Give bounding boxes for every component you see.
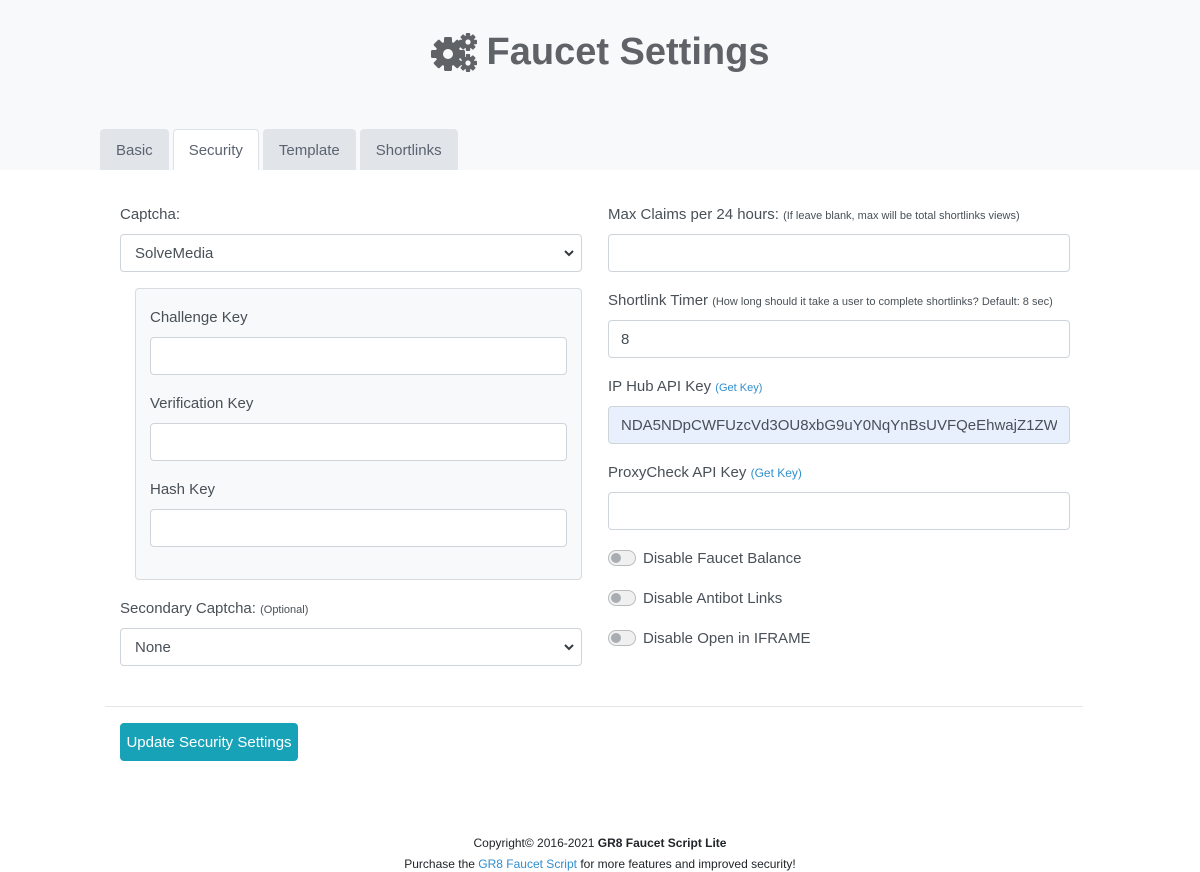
shortlink-timer-input[interactable]	[608, 320, 1070, 358]
settings-tabs: Basic Security Template Shortlinks	[100, 129, 462, 170]
footer-purchase-link[interactable]: GR8 Faucet Script	[478, 857, 577, 871]
captcha-select[interactable]: SolveMedia	[120, 234, 582, 272]
tab-template[interactable]: Template	[262, 129, 356, 170]
footer-product-name: GR8 Faucet Script Lite	[597, 836, 727, 850]
iphub-key-input[interactable]	[608, 406, 1070, 444]
footer-copyright: Copyright© 2016-2021 GR8 Faucet Script L…	[0, 836, 1200, 850]
proxycheck-key-label-text: ProxyCheck API Key	[608, 464, 747, 481]
toggle-disable-faucet-balance: Disable Faucet Balance	[608, 548, 801, 568]
hash-key-input[interactable]	[150, 509, 567, 547]
footer-purchase-suffix: for more features and improved security!	[580, 857, 796, 871]
secondary-captcha-select-value: None	[135, 638, 171, 656]
hash-key-label: Hash Key	[150, 481, 216, 498]
iphub-get-key-link[interactable]: (Get Key)	[715, 382, 762, 394]
proxycheck-key-input[interactable]	[608, 492, 1070, 530]
switch-knob	[611, 553, 621, 563]
cogs-icon	[430, 33, 477, 72]
max-claims-hint: (If leave blank, max will be total short…	[783, 210, 1020, 222]
tab-security[interactable]: Security	[172, 129, 259, 170]
max-claims-input[interactable]	[608, 234, 1070, 272]
page-title-text: Faucet Settings	[486, 30, 770, 73]
disable-open-in-iframe-label: Disable Open in IFRAME	[643, 629, 811, 647]
secondary-captcha-hint: (Optional)	[260, 604, 309, 616]
toggle-disable-open-in-iframe: Disable Open in IFRAME	[608, 628, 811, 648]
secondary-captcha-label: Secondary Captcha: (Optional)	[120, 600, 308, 619]
page-title: Faucet Settings	[0, 26, 1200, 78]
chevron-down-icon	[564, 250, 574, 257]
footer-purchase: Purchase the GR8 Faucet Script for more …	[0, 857, 1200, 871]
update-security-settings-button[interactable]: Update Security Settings	[120, 723, 298, 761]
proxycheck-key-label: ProxyCheck API Key (Get Key)	[608, 464, 802, 482]
secondary-captcha-label-text: Secondary Captcha:	[120, 600, 256, 617]
footer-copyright-text: Copyright© 2016-2021	[473, 836, 595, 850]
disable-antibot-links-switch[interactable]	[608, 590, 636, 606]
chevron-down-icon	[564, 644, 574, 651]
challenge-key-input[interactable]	[150, 337, 567, 375]
disable-antibot-links-label: Disable Antibot Links	[643, 589, 783, 607]
switch-knob	[611, 633, 621, 643]
disable-faucet-balance-label: Disable Faucet Balance	[643, 549, 802, 567]
captcha-select-value: SolveMedia	[135, 244, 214, 262]
tab-shortlinks[interactable]: Shortlinks	[359, 129, 458, 170]
form-divider	[105, 706, 1083, 707]
challenge-key-label: Challenge Key	[150, 309, 248, 326]
switch-knob	[611, 593, 621, 603]
verification-key-label: Verification Key	[150, 395, 254, 412]
proxycheck-get-key-link[interactable]: (Get Key)	[751, 466, 802, 480]
shortlink-timer-label-text: Shortlink Timer	[608, 292, 709, 309]
max-claims-label: Max Claims per 24 hours: (If leave blank…	[608, 206, 1020, 225]
max-claims-label-text: Max Claims per 24 hours:	[608, 206, 779, 223]
disable-faucet-balance-switch[interactable]	[608, 550, 636, 566]
footer-purchase-prefix: Purchase the	[404, 857, 475, 871]
iphub-key-label-text: IP Hub API Key	[608, 378, 712, 395]
disable-open-in-iframe-switch[interactable]	[608, 630, 636, 646]
tab-basic[interactable]: Basic	[100, 129, 169, 170]
shortlink-timer-label: Shortlink Timer (How long should it take…	[608, 292, 1053, 311]
iphub-key-label: IP Hub API Key (Get Key)	[608, 378, 762, 397]
captcha-label: Captcha:	[120, 206, 181, 223]
secondary-captcha-select[interactable]: None	[120, 628, 582, 666]
toggle-disable-antibot-links: Disable Antibot Links	[608, 588, 782, 608]
shortlink-timer-hint: (How long should it take a user to compl…	[712, 296, 1053, 308]
verification-key-input[interactable]	[150, 423, 567, 461]
